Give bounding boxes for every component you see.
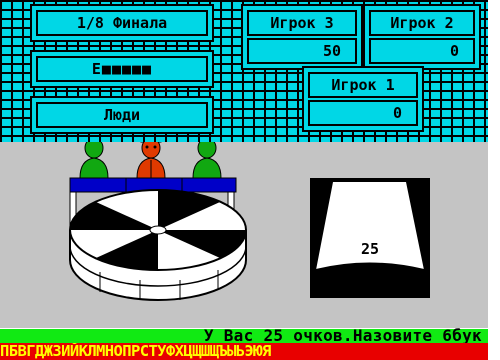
player3-panel: Игрок 3 50	[241, 4, 363, 70]
round-label: 1/8 Финала	[36, 10, 208, 36]
player2-panel: Игрок 2 0	[363, 4, 481, 70]
player1-score: 0	[308, 100, 418, 126]
status-bar: У Вас 25 очков.Назовите 6бук	[0, 326, 488, 345]
topic-panel: Люди	[30, 96, 214, 134]
prize-drum	[69, 189, 247, 301]
player1-label: Игрок 1	[308, 72, 418, 98]
alphabet-strip[interactable]: ПБВГДЖЗИЙКЛМНОПРСТУФХЦЩШЩЪЫЬЭЮЯ	[0, 343, 488, 360]
host-figure	[136, 142, 166, 179]
player1-panel: Игрок 1 0	[302, 66, 424, 132]
topic-label: Люди	[36, 102, 208, 128]
player2-label: Игрок 2	[369, 10, 475, 36]
hidden-word: Е■■■■■	[36, 56, 208, 82]
player3-label: Игрок 3	[247, 10, 357, 36]
round-panel: 1/8 Финала	[30, 4, 214, 42]
game-screen: 1/8 Финала Е■■■■■ Люди Игрок 3 50 Игрок …	[0, 0, 488, 360]
player2-score: 0	[369, 38, 475, 64]
word-panel: Е■■■■■	[30, 50, 214, 88]
scoreboard-area: 1/8 Финала Е■■■■■ Люди Игрок 3 50 Игрок …	[0, 0, 488, 142]
player3-score: 50	[247, 38, 357, 64]
studio-scene: 25	[69, 142, 430, 301]
player-figure-left	[79, 142, 109, 179]
player-figure-right	[192, 142, 222, 179]
sector-window	[310, 178, 430, 298]
studio-floor: 25	[0, 142, 488, 328]
sector-value: 25	[361, 240, 379, 258]
